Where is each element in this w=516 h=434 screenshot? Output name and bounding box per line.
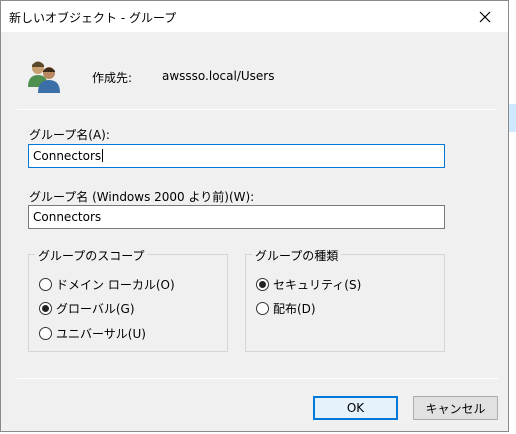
group-name-label: グループ名(A): bbox=[29, 128, 110, 142]
radio-button[interactable] bbox=[39, 327, 52, 340]
scope-domain-local-radio[interactable]: ドメイン ローカル(O) bbox=[39, 276, 175, 293]
background-highlight bbox=[508, 118, 516, 132]
radio-button[interactable] bbox=[256, 302, 269, 315]
group-name-pre2000-input[interactable]: Connectors bbox=[28, 205, 445, 229]
title-bar: 新しいオブジェクト - グループ bbox=[1, 1, 508, 32]
radio-label: セキュリティ(S) bbox=[273, 278, 362, 292]
close-button[interactable] bbox=[462, 1, 508, 32]
radio-button[interactable] bbox=[39, 278, 52, 291]
background-highlight bbox=[508, 104, 516, 118]
separator bbox=[17, 109, 496, 110]
group-name-pre2000-value: Connectors bbox=[33, 210, 102, 224]
group-name-input[interactable]: Connectors bbox=[28, 144, 445, 168]
close-icon bbox=[479, 11, 491, 22]
radio-label: ユニバーサル(U) bbox=[56, 327, 146, 341]
window-title: 新しいオブジェクト - グループ bbox=[9, 11, 177, 25]
users-group-icon bbox=[28, 61, 60, 93]
radio-button-checked[interactable] bbox=[39, 302, 52, 315]
cancel-button[interactable]: キャンセル bbox=[413, 396, 498, 420]
radio-label: 配布(D) bbox=[273, 302, 316, 316]
text-caret bbox=[102, 149, 104, 162]
ok-button[interactable]: OK bbox=[313, 396, 398, 420]
create-in-value: awssso.local/Users bbox=[162, 69, 275, 83]
group-type-title: グループの種類 bbox=[252, 247, 342, 264]
radio-label: グローバル(G) bbox=[56, 302, 135, 316]
group-name-value: Connectors bbox=[33, 149, 102, 163]
new-group-dialog: 新しいオブジェクト - グループ 作成先: awssso.local/Users… bbox=[0, 0, 509, 432]
scope-universal-radio[interactable]: ユニバーサル(U) bbox=[39, 325, 146, 342]
type-security-radio[interactable]: セキュリティ(S) bbox=[256, 276, 361, 293]
group-scope-box: グループのスコープ ドメイン ローカル(O) グローバル(G) ユニバーサル(U… bbox=[28, 247, 228, 352]
group-scope-title: グループのスコープ bbox=[35, 247, 148, 264]
type-distribution-radio[interactable]: 配布(D) bbox=[256, 300, 316, 317]
background-window bbox=[508, 0, 516, 434]
separator bbox=[17, 378, 498, 379]
radio-button-checked[interactable] bbox=[256, 278, 269, 291]
group-name-pre2000-label: グループ名 (Windows 2000 より前)(W): bbox=[29, 190, 255, 204]
scope-global-radio[interactable]: グローバル(G) bbox=[39, 300, 135, 317]
radio-label: ドメイン ローカル(O) bbox=[56, 278, 175, 292]
group-type-box: グループの種類 セキュリティ(S) 配布(D) bbox=[245, 247, 445, 352]
create-in-label: 作成先: bbox=[92, 71, 133, 85]
